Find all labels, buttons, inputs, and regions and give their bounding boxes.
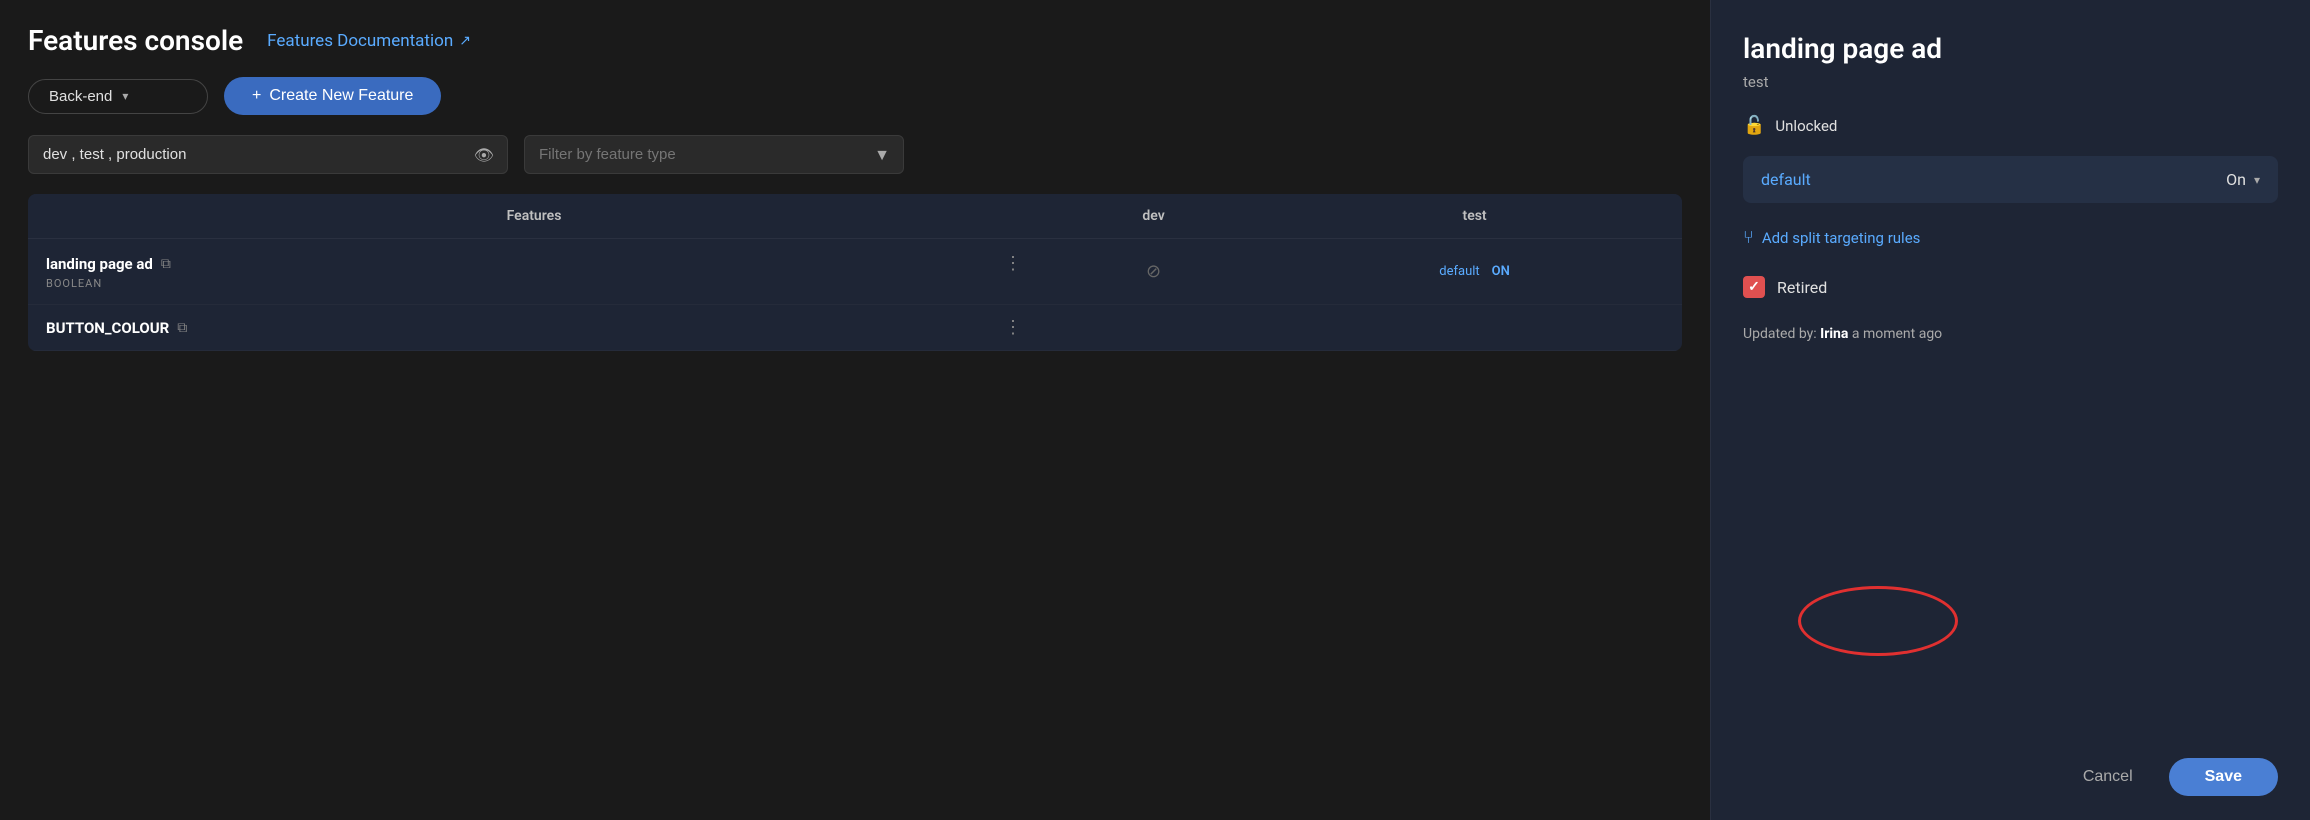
table-row: BUTTON_COLOUR ⧉ ⋮ [28, 305, 1682, 351]
dropdown-label: Back-end [49, 88, 112, 105]
feature-type-filter-wrap: ▼ [524, 135, 904, 174]
save-button[interactable]: Save [2169, 758, 2278, 796]
test-default-label: default [1439, 264, 1479, 279]
controls-row: Back-end ▾ + Create New Feature [28, 77, 1682, 115]
page-title: Features console [28, 24, 243, 57]
feature-name-row: BUTTON_COLOUR ⧉ ⋮ [46, 317, 1022, 338]
plus-icon: + [252, 87, 261, 105]
test-cell [1267, 305, 1682, 351]
test-cell: default ON [1267, 239, 1682, 305]
rp-on-label: On [2226, 170, 2246, 189]
chevron-down-icon: ▾ [2254, 173, 2260, 187]
rp-subtitle: test [1743, 73, 2278, 91]
features-table: Features dev test landing page ad ⧉ ⋮ BO… [28, 194, 1682, 351]
checkmark-icon: ✓ [1748, 279, 1760, 295]
split-icon: ⑂ [1743, 227, 1754, 248]
header-row: Features console Features Documentation … [28, 24, 1682, 57]
dev-cell: ⊘ [1040, 239, 1267, 305]
col-features: Features [28, 194, 1040, 239]
updated-time: a moment ago [1852, 326, 1942, 342]
updated-by-prefix: Updated by: [1743, 326, 1817, 342]
create-btn-label: Create New Feature [269, 87, 413, 105]
rp-retired-label: Retired [1777, 278, 1827, 297]
table-header-row: Features dev test [28, 194, 1682, 239]
left-panel: Features console Features Documentation … [0, 0, 1710, 820]
cancel-button[interactable]: Cancel [2063, 758, 2153, 796]
dev-cell [1040, 305, 1267, 351]
external-link-icon: ↗ [459, 33, 471, 49]
rp-on-row: On ▾ [2226, 170, 2260, 189]
chevron-down-icon: ▾ [122, 89, 128, 103]
feature-name-row: landing page ad ⧉ ⋮ [46, 253, 1022, 274]
filter-row: 👁 ▼ [28, 135, 1682, 174]
rp-updated-row: Updated by: Irina a moment ago [1743, 326, 2278, 342]
feature-type: BOOLEAN [46, 277, 1022, 290]
feature-type-filter-input[interactable] [524, 135, 904, 174]
table-row: landing page ad ⧉ ⋮ BOOLEAN ⊘ default ON [28, 239, 1682, 305]
features-documentation-link[interactable]: Features Documentation ↗ [267, 31, 471, 51]
red-circle-annotation [1798, 586, 1958, 656]
eye-icon: 👁 [474, 145, 494, 164]
copy-icon[interactable]: ⧉ [177, 320, 187, 336]
rp-lock-row: 🔓 Unlocked [1743, 115, 2278, 136]
rp-title: landing page ad [1743, 32, 2278, 65]
rp-retired-row: ✓ Retired [1743, 276, 2278, 298]
feature-name: BUTTON_COLOUR [46, 319, 169, 337]
backend-dropdown[interactable]: Back-end ▾ [28, 79, 208, 114]
more-options-icon[interactable]: ⋮ [1004, 317, 1022, 338]
copy-icon[interactable]: ⧉ [161, 256, 171, 272]
more-options-icon[interactable]: ⋮ [1004, 253, 1022, 274]
unlock-icon: 🔓 [1743, 115, 1765, 136]
feature-cell: BUTTON_COLOUR ⧉ ⋮ [28, 305, 1040, 351]
env-cell: default ON [1285, 264, 1664, 279]
env-filter-input[interactable] [28, 135, 508, 174]
rp-lock-label: Unlocked [1775, 117, 1837, 135]
rp-footer: Cancel Save [1743, 758, 2278, 796]
rp-split-row[interactable]: ⑂ Add split targeting rules [1743, 227, 2278, 248]
test-on-label: ON [1492, 264, 1510, 279]
doc-link-text: Features Documentation [267, 31, 453, 51]
retired-checkbox[interactable]: ✓ [1743, 276, 1765, 298]
updated-by-name: Irina [1820, 326, 1848, 342]
feature-cell: landing page ad ⧉ ⋮ BOOLEAN [28, 239, 1040, 305]
col-test: test [1267, 194, 1682, 239]
feature-name: landing page ad [46, 255, 153, 273]
col-dev: dev [1040, 194, 1267, 239]
disabled-icon: ⊘ [1146, 261, 1161, 282]
rp-default-row[interactable]: default On ▾ [1743, 156, 2278, 203]
rp-default-label: default [1761, 170, 1811, 189]
rp-split-label: Add split targeting rules [1762, 229, 1921, 247]
env-filter-wrap: 👁 [28, 135, 508, 174]
right-panel: landing page ad test 🔓 Unlocked default … [1710, 0, 2310, 820]
create-feature-button[interactable]: + Create New Feature [224, 77, 441, 115]
